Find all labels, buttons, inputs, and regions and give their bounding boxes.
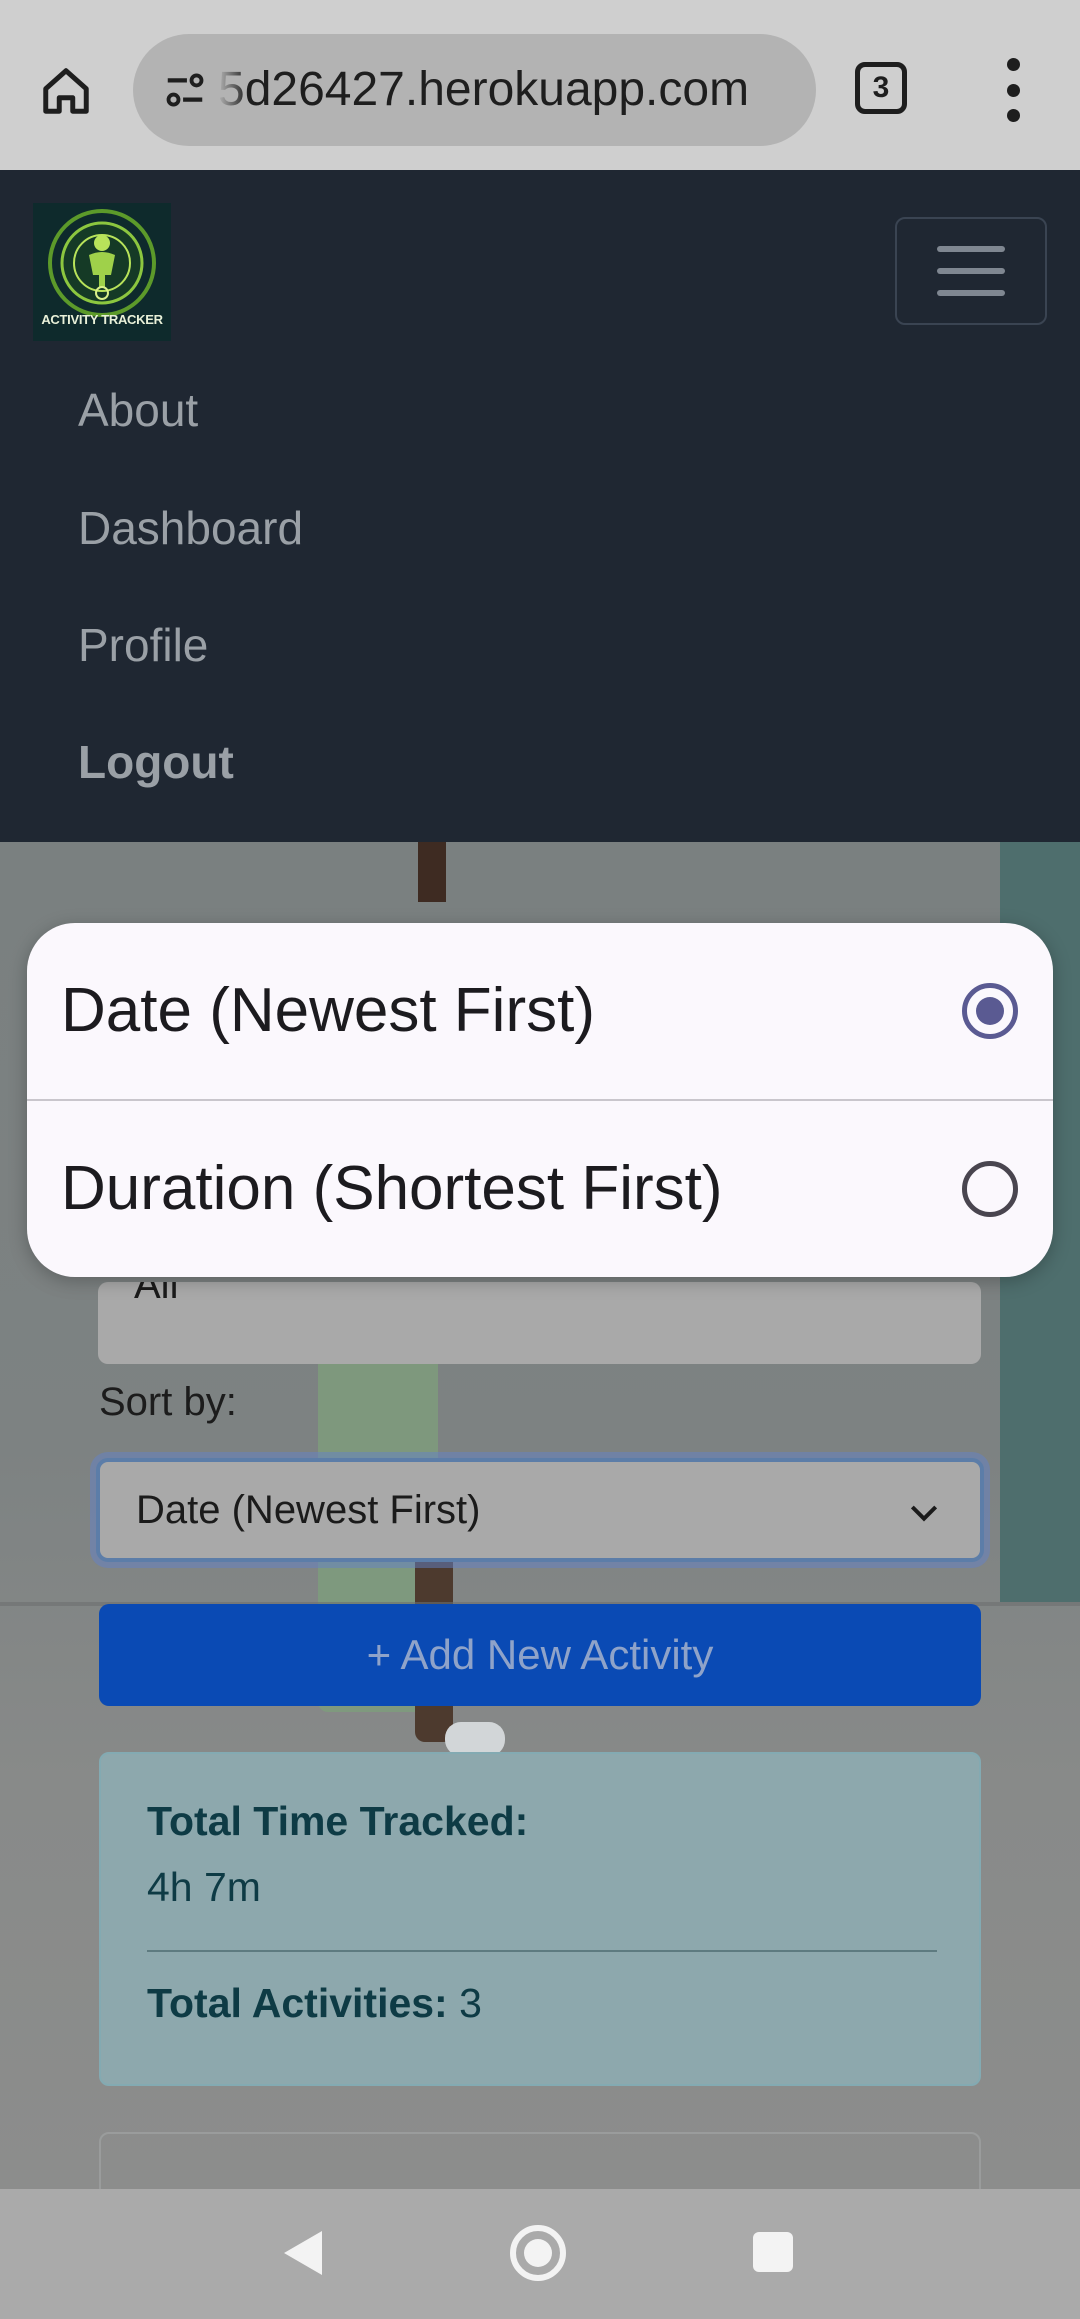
radio-checked-icon[interactable] xyxy=(962,983,1018,1039)
nav-item-about[interactable]: About xyxy=(78,380,198,440)
home-circle-icon[interactable] xyxy=(510,2225,566,2281)
browser-toolbar: 5d26427.herokuapp.com 3 xyxy=(0,0,1080,170)
sort-option-label: Date (Newest First) xyxy=(61,976,595,1045)
background-photo-arm xyxy=(418,842,446,902)
sort-option-duration[interactable]: Duration (Shortest First) xyxy=(27,1101,1053,1277)
add-activity-button[interactable]: + Add New Activity xyxy=(99,1604,981,1706)
sort-by-label: Sort by: xyxy=(99,1380,237,1424)
sort-select[interactable]: Date (Newest First) xyxy=(96,1458,984,1562)
system-navigation-bar xyxy=(0,2189,1080,2319)
stats-divider xyxy=(147,1950,937,1952)
browser-menu-icon[interactable] xyxy=(990,58,1036,122)
sort-options-popup: Date (Newest First) Duration (Shortest F… xyxy=(27,923,1053,1277)
tab-switcher-button[interactable]: 3 xyxy=(855,62,907,114)
activity-filter-value: All xyxy=(134,1282,179,1307)
address-bar[interactable]: 5d26427.herokuapp.com xyxy=(133,34,816,146)
stats-card: Total Time Tracked: 4h 7m Total Activiti… xyxy=(99,1752,981,2086)
url-fade xyxy=(218,60,248,120)
activity-card xyxy=(99,2132,981,2189)
site-settings-icon[interactable] xyxy=(151,56,219,124)
recent-apps-icon[interactable] xyxy=(753,2232,793,2272)
activity-tracker-logo[interactable]: ACTIVITY TRACKER xyxy=(33,203,171,341)
total-activities-label: Total Activities: xyxy=(147,1980,448,2026)
navbar-toggler-icon[interactable] xyxy=(895,217,1047,325)
sort-option-label: Duration (Shortest First) xyxy=(61,1154,723,1223)
total-time-value: 4h 7m xyxy=(147,1864,261,1910)
sort-option-date[interactable]: Date (Newest First) xyxy=(27,923,1053,1099)
chevron-down-icon xyxy=(910,1505,938,1522)
total-activities-value: 3 xyxy=(459,1980,482,2026)
sort-select-value: Date (Newest First) xyxy=(136,1488,481,1532)
background-photo-shoe xyxy=(445,1722,505,1756)
nav-item-profile[interactable]: Profile xyxy=(78,615,208,675)
back-icon[interactable] xyxy=(282,2229,324,2277)
activity-filter-select[interactable]: All xyxy=(98,1282,981,1364)
home-icon[interactable] xyxy=(30,55,102,127)
nav-item-logout[interactable]: Logout xyxy=(78,732,234,792)
url-text: 5d26427.herokuapp.com xyxy=(218,63,750,116)
logo-text: ACTIVITY TRACKER xyxy=(41,312,163,327)
radio-unchecked-icon[interactable] xyxy=(962,1161,1018,1217)
nav-item-dashboard[interactable]: Dashboard xyxy=(78,498,303,558)
total-time-label: Total Time Tracked: xyxy=(147,1798,529,1844)
total-activities-row: Total Activities: 3 xyxy=(147,1980,482,2027)
site-navbar: ACTIVITY TRACKER About Dashboard Profile… xyxy=(0,170,1080,842)
